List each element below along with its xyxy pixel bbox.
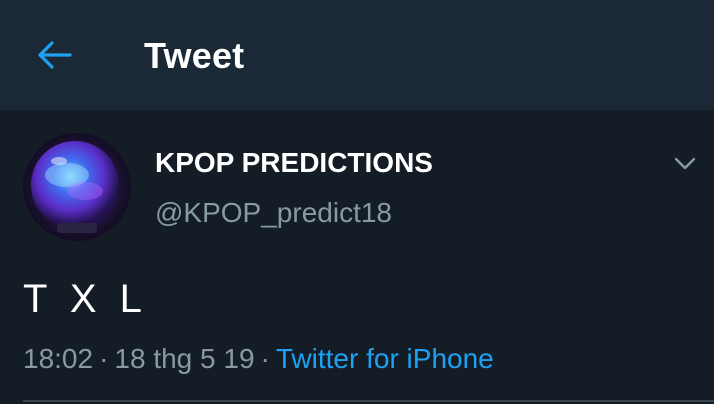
arrow-left-icon bbox=[38, 41, 72, 69]
crystal-ball-avatar-icon bbox=[23, 133, 131, 241]
tweet-date: 18 thg 5 19 bbox=[114, 343, 255, 374]
author-display-name[interactable]: KPOP PREDICTIONS bbox=[155, 146, 433, 180]
chevron-down-icon bbox=[674, 157, 696, 170]
app-header: Tweet bbox=[0, 0, 714, 111]
tweet-time: 18:02 bbox=[23, 343, 94, 374]
page-title: Tweet bbox=[144, 35, 245, 76]
tweet-text: T X L bbox=[23, 277, 148, 321]
avatar[interactable] bbox=[23, 133, 131, 241]
meta-separator: · bbox=[260, 343, 270, 374]
tweet-detail-screen: Tweet KPOP PREDICTIONS @KPOP_predict18 T… bbox=[0, 0, 714, 404]
author-username[interactable]: @KPOP_predict18 bbox=[155, 196, 392, 230]
tweet-source-link[interactable]: Twitter for iPhone bbox=[276, 343, 494, 374]
tweet-menu-button[interactable] bbox=[668, 150, 702, 178]
meta-separator: · bbox=[99, 343, 109, 374]
back-button[interactable] bbox=[30, 34, 78, 76]
divider bbox=[23, 400, 714, 402]
tweet-card: KPOP PREDICTIONS @KPOP_predict18 T X L 1… bbox=[0, 110, 714, 404]
tweet-meta: 18:02 · 18 thg 5 19 · Twitter for iPhone bbox=[23, 342, 494, 376]
